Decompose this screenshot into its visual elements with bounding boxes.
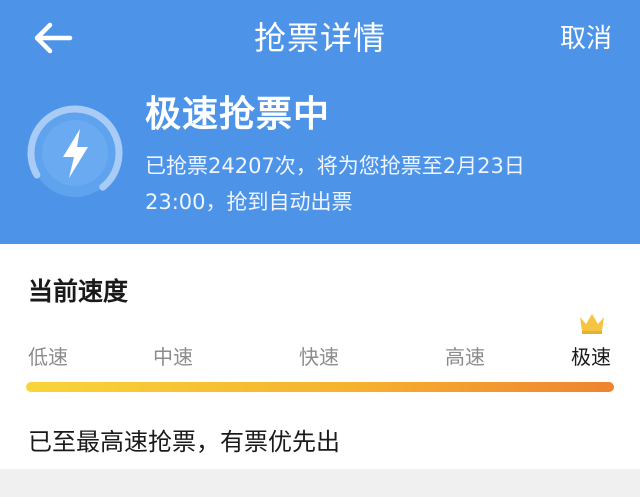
section-title: 当前速度 [28,277,129,306]
status-indicator [22,100,128,206]
speed-level-fast: 快速 [299,345,339,369]
status-description-line1: 已抢票24207次，将为您抢票至2月23日 [145,154,525,178]
speed-note: 已至最高速抢票，有票优先出 [28,428,340,456]
status-title: 极速抢票中 [145,94,331,135]
back-button[interactable] [30,18,74,58]
speed-card: 当前速度 低速 中速 快速 高速 极速 已至最高速抢票，有票优先出 [0,244,640,469]
speed-level-max: 极速 [571,345,611,369]
cancel-button[interactable]: 取消 [560,20,612,58]
page-title: 抢票详情 [253,19,386,57]
crown-icon [580,314,604,334]
arrow-left-icon [34,22,73,54]
footer-strip [0,469,640,497]
status-description-line2: 23:00，抢到自动出票 [145,190,353,214]
speed-progress-bar [26,382,614,392]
speed-level-medium: 中速 [153,345,193,369]
header: 抢票详情 取消 极速抢票中 已抢票24207次，将为您抢票至2月23日 23:0… [0,0,640,244]
speed-level-low: 低速 [28,345,68,369]
status-description: 已抢票24207次，将为您抢票至2月23日 23:00，抢到自动出票 [145,148,565,220]
speed-level-high: 高速 [445,345,485,369]
